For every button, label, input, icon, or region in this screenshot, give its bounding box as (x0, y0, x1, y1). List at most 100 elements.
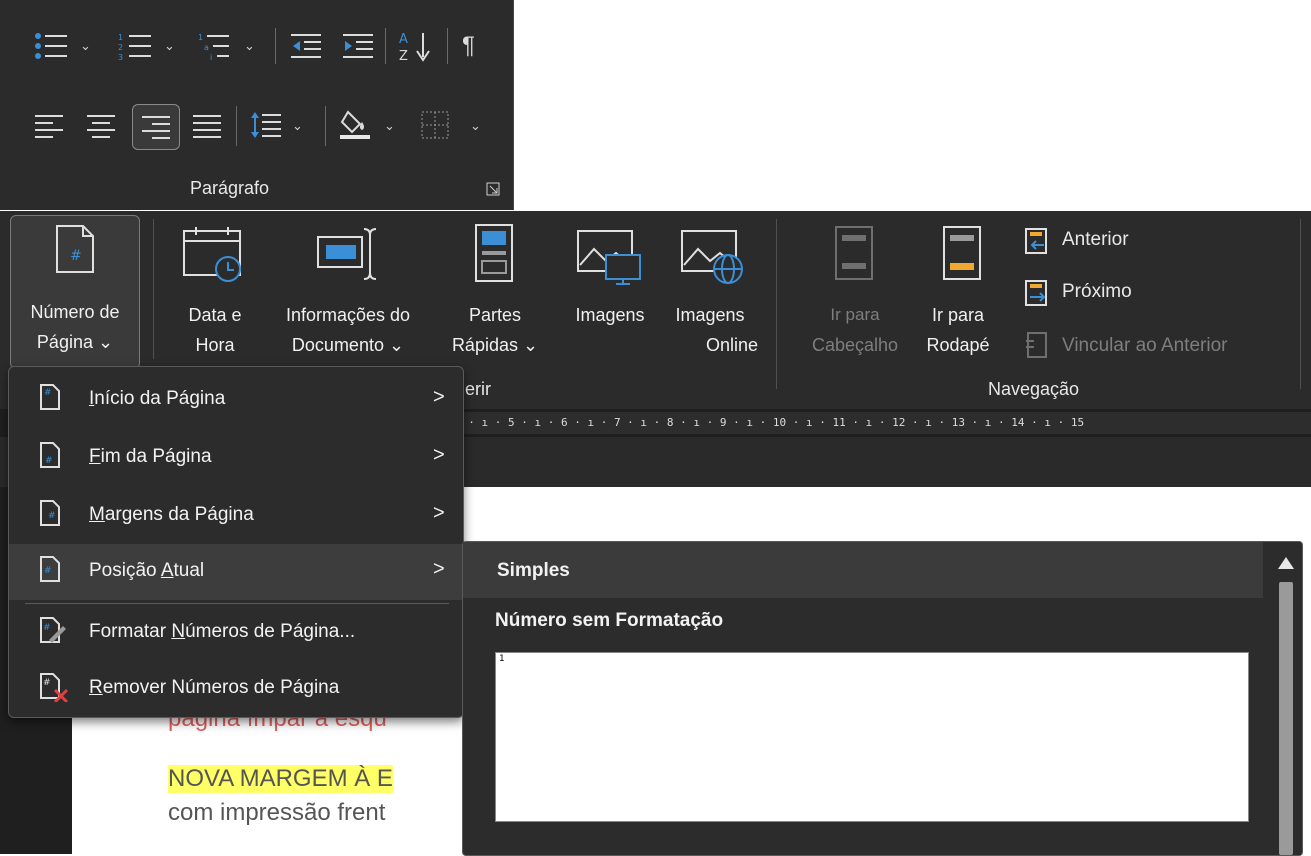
bullets-icon[interactable] (34, 32, 68, 60)
page-number-icon: # (55, 224, 95, 274)
top-of-page-icon: # (40, 384, 60, 410)
page-margins-label: Margens da Página (89, 504, 254, 525)
gallery-section-title: Simples (497, 560, 570, 581)
menu-item-remove-page-numbers[interactable]: # Remover Números de Página (9, 661, 463, 717)
date-time-label-1: Data e (188, 305, 242, 325)
document-info-label-1: Informações do (285, 305, 411, 325)
page-number-label-1: Número de (30, 302, 120, 322)
svg-text:#: # (43, 623, 51, 633)
menu-divider (25, 603, 449, 604)
menu-item-bottom-of-page[interactable]: # Fim da Página > (9, 430, 463, 486)
dialog-launcher-icon[interactable] (486, 182, 500, 196)
line-spacing-icon[interactable] (250, 110, 282, 140)
document-line-3: com impressão frent (168, 799, 386, 826)
align-left-icon[interactable] (34, 112, 64, 140)
svg-text:1: 1 (118, 33, 123, 42)
page-number-button[interactable]: # Número de Página ⌄ (10, 215, 140, 369)
svg-text:i: i (210, 53, 212, 60)
scrollbar-thumb[interactable] (1279, 582, 1293, 855)
navigation-group-label: Navegação (988, 379, 1080, 399)
svg-text:#: # (44, 566, 52, 576)
justify-icon[interactable] (192, 112, 222, 140)
sort-icon[interactable]: AZ (397, 28, 437, 64)
next-button[interactable]: Próximo (1022, 279, 1202, 311)
current-position-icon: # (40, 556, 60, 582)
ruler-scale: 4 · ı · 5 · ı · 6 · ı · 7 · ı · 8 · ı · … (455, 412, 1311, 434)
svg-text:#: # (44, 388, 52, 398)
gallery-scrollbar[interactable] (1269, 542, 1301, 855)
document-info-label-2: Documento ⌄ (291, 335, 405, 355)
svg-text:#: # (48, 511, 56, 521)
next-label: Próximo (1062, 281, 1132, 302)
numbering-dropdown-icon[interactable]: ⌄ (164, 38, 175, 54)
previous-label: Anterior (1062, 229, 1129, 250)
menu-item-format-page-numbers[interactable]: # Formatar Números de Página... (9, 605, 463, 661)
menu-item-page-margins[interactable]: # Margens da Página > (9, 488, 463, 544)
pilcrow-icon[interactable]: ¶ (462, 32, 475, 60)
quick-parts-label-2: Rápidas ⌄ (451, 335, 539, 355)
footer-icon (942, 225, 982, 281)
submenu-arrow-icon: > (433, 502, 445, 524)
remove-page-numbers-label: Remover Números de Página (89, 677, 340, 698)
remove-page-numbers-icon: # (40, 673, 69, 702)
previous-button[interactable]: Anterior (1022, 227, 1202, 259)
line-spacing-dropdown-icon[interactable]: ⌄ (292, 118, 303, 134)
multilevel-dropdown-icon[interactable]: ⌄ (244, 38, 255, 54)
online-pictures-icon (680, 229, 746, 285)
images-button[interactable]: Imagens (560, 215, 660, 365)
svg-text:A: A (399, 32, 408, 47)
svg-text:3: 3 (118, 53, 123, 60)
borders-dropdown-icon[interactable]: ⌄ (470, 118, 481, 134)
bottom-of-page-icon: # (40, 442, 60, 468)
decrease-indent-icon[interactable] (290, 32, 322, 60)
menu-item-top-of-page[interactable]: # Início da Página > (9, 372, 463, 428)
go-to-header-label-2: Cabeçalho (811, 335, 899, 355)
current-position-gallery: Simples Número sem Formatação 1 (462, 541, 1303, 856)
format-page-numbers-label: Formatar Números de Página... (89, 621, 356, 642)
calendar-clock-icon (182, 225, 246, 283)
date-time-button[interactable]: Data e Hora (170, 215, 260, 365)
previous-section-icon (1025, 228, 1047, 254)
go-to-header-button[interactable]: Ir para Cabeçalho (800, 215, 910, 365)
gallery-section-header: Simples (463, 542, 1263, 598)
online-images-label-2: Online (705, 335, 758, 355)
online-images-label-1: Imagens (675, 305, 745, 325)
preview-page-number: 1 (499, 654, 505, 664)
increase-indent-icon[interactable] (342, 32, 374, 60)
submenu-arrow-icon: > (433, 444, 445, 466)
menu-item-current-position[interactable]: # Posição Atual > (9, 544, 463, 600)
quick-parts-button[interactable]: Partes Rápidas ⌄ (440, 215, 550, 365)
shading-dropdown-icon[interactable]: ⌄ (384, 118, 395, 134)
numbering-icon[interactable]: 123 (118, 32, 152, 60)
quick-parts-label-1: Partes (468, 305, 522, 325)
bullets-dropdown-icon[interactable]: ⌄ (80, 38, 91, 54)
svg-text:#: # (45, 456, 53, 466)
go-to-footer-label-1: Ir para (931, 305, 985, 325)
images-label-1: Imagens (575, 305, 645, 325)
align-center-icon[interactable] (86, 112, 116, 140)
paragraph-group-label: Parágrafo (190, 178, 270, 198)
online-images-button[interactable]: Imagens Online (662, 215, 762, 365)
scroll-up-icon[interactable] (1277, 556, 1295, 570)
plain-number-preview[interactable]: 1 (495, 652, 1249, 822)
current-position-label: Posição Atual (89, 560, 205, 581)
page-number-menu: # Início da Página > # Fim da Página > #… (8, 366, 464, 718)
go-to-footer-button[interactable]: Ir para Rodapé (910, 215, 1006, 365)
go-to-header-label-1: Ir para (830, 305, 880, 324)
link-to-previous-button[interactable]: Vincular ao Anterior (1022, 331, 1282, 363)
multilevel-list-icon[interactable]: 1ai (198, 32, 232, 60)
align-right-icon[interactable] (132, 104, 180, 150)
submenu-arrow-icon: > (433, 386, 445, 408)
page-margins-icon: # (40, 500, 60, 526)
header-icon (834, 225, 874, 281)
bottom-of-page-label: Fim da Página (89, 446, 212, 467)
paragraph-group: ⌄ 123 ⌄ 1ai ⌄ AZ ¶ ⌄ ⌄ ⌄ Parágrafo (0, 0, 514, 210)
format-page-numbers-icon: # (40, 617, 66, 643)
page-number-label-2: Página ⌄ (36, 332, 114, 352)
shading-icon[interactable] (338, 108, 372, 140)
document-info-icon (316, 225, 380, 283)
borders-icon[interactable] (420, 110, 450, 140)
document-info-button[interactable]: Informações do Documento ⌄ (258, 215, 438, 365)
svg-text:a: a (204, 43, 209, 52)
go-to-footer-label-2: Rodapé (926, 335, 990, 355)
